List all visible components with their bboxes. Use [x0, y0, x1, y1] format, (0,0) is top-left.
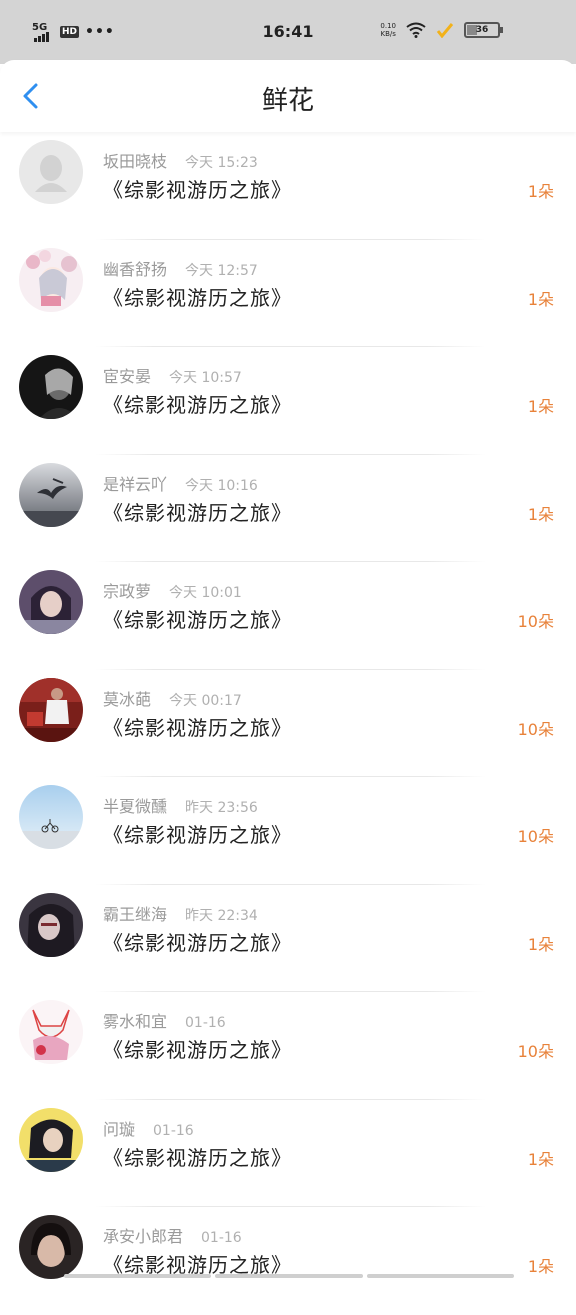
gift-time: 今天 10:16 [185, 477, 258, 494]
gift-time: 今天 10:57 [169, 370, 242, 386]
user-name[interactable]: 霸王继海 [103, 905, 167, 924]
dark-anime-avatar[interactable] [19, 892, 83, 957]
flower-amount: 1朵 [527, 397, 554, 416]
book-title: 《综影视游历之旅》 [103, 930, 292, 955]
network-speed-unit: KB/s [380, 30, 396, 38]
flower-amount: 10朵 [517, 719, 554, 739]
flower-amount: 10朵 [517, 827, 554, 846]
user-name[interactable]: 雾水和宜 [103, 1012, 167, 1031]
user-name[interactable]: 莫冰葩 [103, 690, 151, 709]
book-title: 《综影视游历之旅》 [103, 178, 292, 202]
user-name[interactable]: 坂田晓枝 [103, 152, 167, 171]
user-name[interactable]: 是祥云吖 [103, 475, 167, 494]
bottom-scroll-indicator [64, 1274, 514, 1278]
list-item[interactable]: 问璇 01-16 《综影视游历之旅》 1朵 [0, 1100, 576, 1207]
list-item[interactable]: 坂田晓枝 今天 15:23 《综影视游历之旅》 1朵 [0, 132, 576, 240]
anime-portrait-avatar[interactable] [19, 570, 83, 634]
user-name[interactable]: 宗政萝 [103, 582, 151, 601]
page-title: 鲜花 [261, 86, 314, 116]
flower-amount: 10朵 [517, 612, 554, 631]
book-title: 《综影视游历之旅》 [103, 285, 292, 310]
girl-photo-avatar[interactable] [19, 1215, 83, 1279]
list-item[interactable]: 雾水和宜 01-16 《综影视游历之旅》 10朵 [0, 992, 576, 1100]
list-item[interactable]: 宦安晏 今天 10:57 《综影视游历之旅》 1朵 [0, 347, 576, 455]
default-avatar-icon[interactable] [19, 140, 83, 204]
flower-amount: 1朵 [527, 182, 554, 201]
flower-amount: 10朵 [517, 1042, 554, 1061]
status-right: 0.10 KB/s 36 [380, 22, 503, 38]
fox-mask-avatar[interactable] [19, 1000, 83, 1064]
book-title: 《综影视游历之旅》 [103, 608, 292, 632]
user-name[interactable]: 宦安晏 [103, 367, 151, 386]
flower-amount: 1朵 [527, 1257, 554, 1276]
gift-time: 昨天 22:34 [185, 907, 258, 924]
book-title: 《综影视游历之旅》 [103, 1038, 292, 1062]
flower-gift-list: 坂田晓枝 今天 15:23 《综影视游历之旅》 1朵 幽香舒扬 今天 12:57 《… [0, 132, 576, 1315]
bird-sky-avatar[interactable] [19, 462, 83, 527]
list-item[interactable]: 幽香舒扬 今天 12:57 《综影视游历之旅》 1朵 [0, 240, 576, 347]
book-title: 《综影视游历之旅》 [103, 1145, 292, 1170]
flower-amount: 1朵 [527, 1149, 554, 1169]
flower-amount: 1朵 [527, 504, 554, 524]
gift-time: 今天 15:23 [185, 155, 258, 171]
list-item[interactable]: 承安小郎君 01-16 《综影视游历之旅》 1朵 [0, 1207, 576, 1315]
user-name[interactable]: 问璇 [103, 1120, 135, 1139]
book-title: 《综影视游历之旅》 [103, 823, 292, 847]
flower-amount: 1朵 [527, 289, 554, 309]
network-speed-value: 0.10 [380, 22, 396, 30]
book-title: 《综影视游历之旅》 [103, 500, 292, 525]
gift-time: 昨天 23:56 [185, 800, 258, 816]
user-name[interactable]: 幽香舒扬 [103, 260, 167, 279]
list-item[interactable]: 是祥云吖 今天 10:16 《综影视游历之旅》 1朵 [0, 455, 576, 562]
gift-time: 今天 12:57 [185, 262, 258, 279]
gift-time: 01-16 [185, 1015, 226, 1031]
book-title: 《综影视游历之旅》 [103, 393, 292, 417]
battery-level: 36 [475, 25, 489, 35]
yellow-portrait-avatar[interactable] [19, 1107, 83, 1172]
anime-girl-avatar[interactable] [19, 247, 83, 312]
user-name[interactable]: 半夏微醺 [103, 797, 167, 816]
dark-portrait-avatar[interactable] [19, 355, 83, 419]
beach-bike-avatar[interactable] [19, 785, 83, 849]
battery-icon: 36 [464, 22, 503, 38]
list-item[interactable]: 宗政萝 今天 10:01 《综影视游历之旅》 10朵 [0, 562, 576, 670]
charging-check-icon [436, 23, 454, 38]
user-name[interactable]: 承安小郎君 [103, 1227, 183, 1246]
red-scene-avatar[interactable] [19, 677, 83, 742]
wifi-icon [406, 22, 426, 38]
list-item[interactable]: 莫冰葩 今天 00:17 《综影视游历之旅》 10朵 [0, 670, 576, 777]
list-item[interactable]: 半夏微醺 昨天 23:56 《综影视游历之旅》 10朵 [0, 777, 576, 885]
list-item[interactable]: 霸王继海 昨天 22:34 《综影视游历之旅》 1朵 [0, 885, 576, 992]
gift-time: 01-16 [153, 1122, 194, 1139]
network-speed: 0.10 KB/s [380, 22, 396, 38]
top-nav-bar: 鲜花 [0, 60, 576, 132]
gift-time: 01-16 [201, 1230, 242, 1246]
flower-amount: 1朵 [527, 934, 554, 954]
book-title: 《综影视游历之旅》 [103, 715, 292, 740]
gift-time: 今天 10:01 [169, 585, 242, 601]
status-bar: 5G HD ••• 16:41 0.10 KB/s 36 [0, 0, 576, 64]
gift-time: 今天 00:17 [169, 692, 242, 709]
